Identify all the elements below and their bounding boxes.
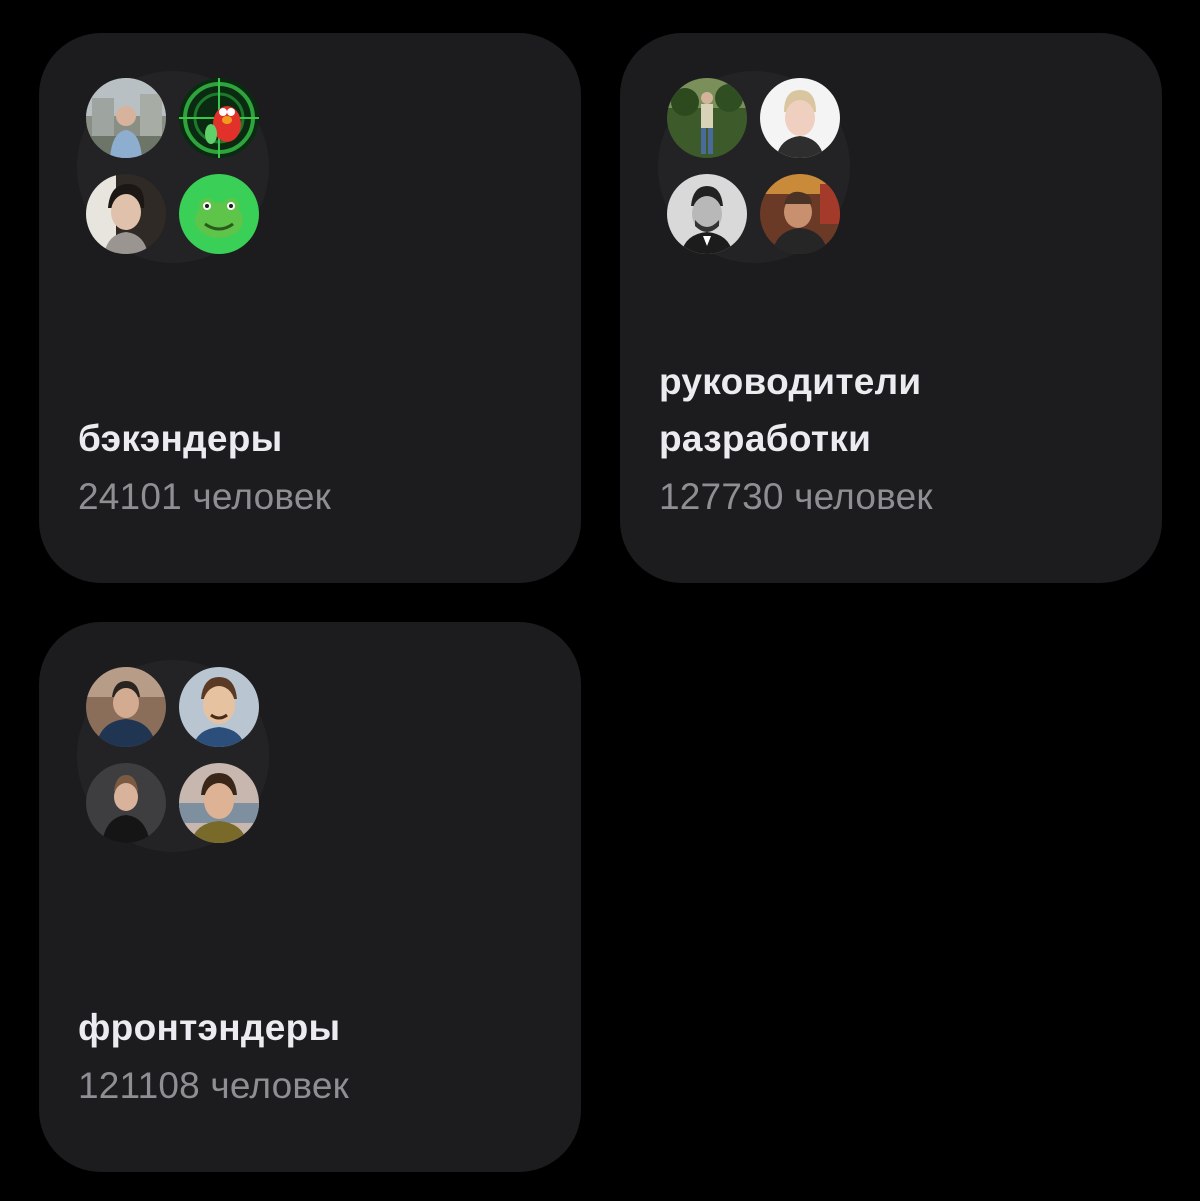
avatar-cluster (658, 71, 850, 263)
avatar-cluster (77, 71, 269, 263)
member-avatar (667, 174, 747, 254)
member-count: 127730 человек (659, 476, 933, 517)
group-card-frontend[interactable]: фронтэндеры 121108 человек (39, 622, 581, 1172)
group-card-backend[interactable]: бэкэндеры 24101 человек (39, 33, 581, 583)
member-avatar (86, 763, 166, 843)
member-avatar (179, 78, 259, 158)
member-count: 121108 человек (78, 1065, 350, 1106)
member-avatar (760, 174, 840, 254)
group-title: бэкэндеры (78, 418, 283, 459)
member-avatar (667, 78, 747, 158)
group-title: руководители разработки (659, 361, 922, 459)
group-title: фронтэндеры (78, 1007, 341, 1048)
member-avatar (86, 78, 166, 158)
member-count: 24101 человек (78, 476, 331, 517)
member-avatar (179, 667, 259, 747)
member-avatar (179, 763, 259, 843)
member-avatar (86, 667, 166, 747)
group-card-dev-leads[interactable]: руководители разработки 127730 человек (620, 33, 1162, 583)
member-avatar (760, 78, 840, 158)
frog-emoji-avatar (179, 174, 259, 254)
avatar-cluster (77, 660, 269, 852)
member-avatar (86, 174, 166, 254)
